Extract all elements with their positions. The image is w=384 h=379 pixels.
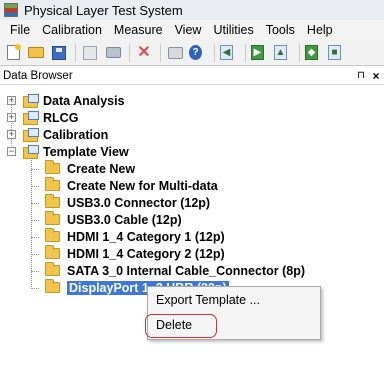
open-folder-icon[interactable] [27, 44, 45, 62]
expand-icon[interactable]: + [7, 130, 16, 139]
title-bar: Physical Layer Test System [0, 0, 384, 20]
tree-node-label: Data Analysis [43, 93, 125, 108]
delete-icon[interactable]: ✕ [135, 44, 153, 62]
close-icon[interactable]: × [368, 69, 384, 83]
template-item[interactable]: USB3.0 Connector (12p) [45, 194, 210, 211]
tree-node-data-analysis[interactable]: + Data Analysis [7, 92, 125, 109]
template-item[interactable]: HDMI 1_4 Category 1 (12p) [45, 228, 225, 245]
template-item-label: Create New for Multi-data [67, 178, 218, 193]
help-icon[interactable]: ? [189, 44, 207, 62]
template-item-label: Create New [67, 161, 136, 176]
tree-connector [31, 271, 39, 272]
delete-highlight-ring [145, 314, 217, 338]
folder-icon [45, 245, 60, 259]
template-item[interactable]: USB3.0 Cable (12p) [45, 211, 182, 228]
menu-view[interactable]: View [169, 23, 208, 37]
menu-calibration[interactable]: Calibration [36, 23, 108, 37]
tree-node-label: Template View [43, 144, 129, 159]
tree-connector [31, 169, 39, 170]
toolbar-separator [129, 43, 130, 62]
toolbar-separator [299, 43, 300, 62]
tree-connector [31, 186, 39, 187]
tree-connector [31, 254, 39, 255]
template-item[interactable]: Create New for Multi-data [45, 177, 218, 194]
panel-title: Data Browser [3, 69, 73, 82]
menu-utilities[interactable]: Utilities [207, 23, 259, 37]
toolbar-separator [160, 43, 161, 62]
folder-icon [45, 177, 60, 191]
toolbar: ✕ ? ◀ ▶ ▲ ◆ ■ [0, 40, 384, 66]
window-title: Physical Layer Test System [24, 2, 183, 18]
menu-measure[interactable]: Measure [108, 23, 169, 37]
data-view-icon [22, 94, 39, 108]
app-icon [4, 3, 18, 17]
folder-icon [45, 279, 60, 293]
template-item[interactable]: Create New [45, 160, 135, 177]
tree-node-rlcg[interactable]: + RLCG [7, 109, 78, 126]
settings-icon[interactable]: ■ [328, 44, 346, 62]
export-template-menu-item[interactable]: Export Template ... [156, 293, 260, 307]
folder-icon [45, 228, 60, 242]
data-browser-header: Data Browser ⊓ × [0, 67, 384, 85]
export-icon[interactable]: ◆ [305, 44, 323, 62]
template-item[interactable]: SATA 3_0 Internal Cable_Connector (8p) [45, 262, 305, 279]
folder-icon [45, 211, 60, 225]
template-item-label: USB3.0 Connector (12p) [67, 195, 211, 210]
back-icon[interactable]: ◀ [220, 44, 238, 62]
new-document-icon[interactable] [4, 44, 22, 62]
menu-file[interactable]: File [0, 23, 36, 37]
forward-icon[interactable]: ▶ [251, 44, 269, 62]
import-icon[interactable]: ▲ [274, 44, 292, 62]
data-view-icon [22, 145, 39, 159]
tree-connector [31, 160, 32, 289]
toolbar-separator [214, 43, 215, 62]
tree-node-label: Calibration [43, 127, 109, 142]
data-view-icon [22, 128, 39, 142]
tree-connector [31, 220, 39, 221]
template-item[interactable]: HDMI 1_4 Category 2 (12p) [45, 245, 225, 262]
menu-bar: File Calibration Measure View Utilities … [0, 20, 384, 40]
pin-icon[interactable]: ⊓ [354, 70, 368, 81]
camera-icon[interactable] [104, 44, 122, 62]
tree-connector [31, 203, 39, 204]
copy-icon[interactable] [81, 44, 99, 62]
tree-node-template-view[interactable]: − Template View [7, 143, 129, 160]
template-item-label: SATA 3_0 Internal Cable_Connector (8p) [67, 263, 306, 278]
tree-connector [31, 288, 39, 289]
folder-icon [45, 160, 60, 174]
template-item-label: HDMI 1_4 Category 2 (12p) [67, 246, 225, 261]
tree-connector [31, 237, 39, 238]
menu-help[interactable]: Help [301, 23, 339, 37]
expand-icon[interactable]: + [7, 113, 16, 122]
toolbar-separator [75, 43, 76, 62]
menu-tools[interactable]: Tools [260, 23, 301, 37]
toolbar-separator [245, 43, 246, 62]
tree-node-label: RLCG [43, 110, 79, 125]
collapse-icon[interactable]: − [7, 147, 16, 156]
expand-icon[interactable]: + [7, 96, 16, 105]
print-icon[interactable] [166, 44, 184, 62]
template-item-label: HDMI 1_4 Category 1 (12p) [67, 229, 225, 244]
folder-icon [45, 194, 60, 208]
folder-icon [45, 262, 60, 276]
data-view-icon [22, 111, 39, 125]
tree-node-calibration[interactable]: + Calibration [7, 126, 108, 143]
template-item-label: USB3.0 Cable (12p) [67, 212, 182, 227]
save-icon[interactable] [50, 44, 68, 62]
